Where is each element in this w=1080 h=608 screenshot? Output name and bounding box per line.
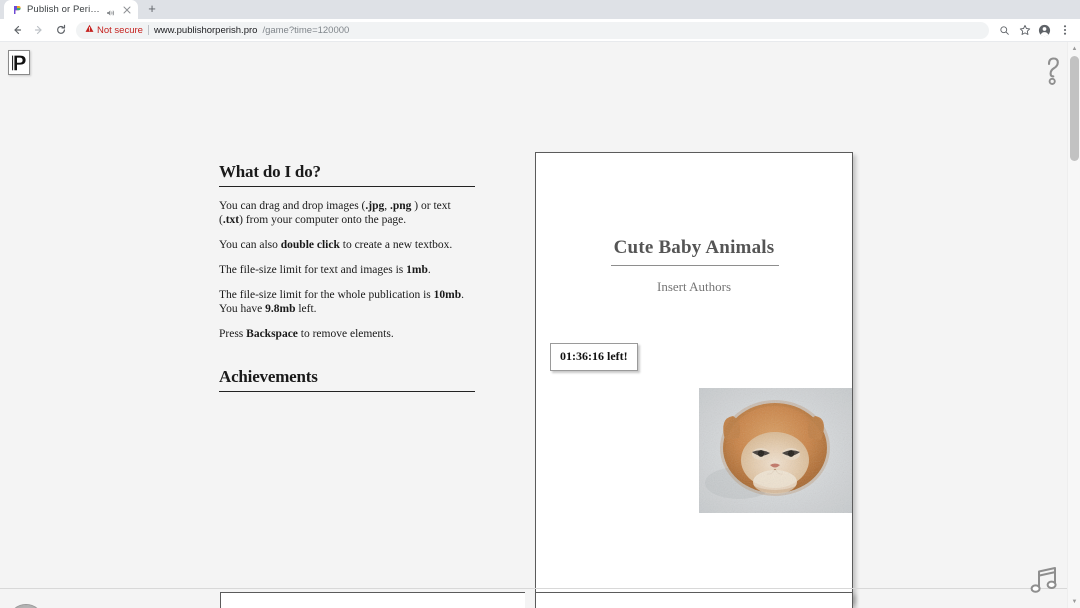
publish-or-perish-favicon xyxy=(12,5,22,15)
close-icon[interactable] xyxy=(121,4,132,15)
forward-button[interactable] xyxy=(28,19,50,41)
more-menu-icon[interactable] xyxy=(1055,21,1074,40)
toolbar-icon-group xyxy=(995,21,1074,40)
instruction-paragraph-5: Press Backspace to remove elements. xyxy=(219,327,475,341)
new-tab-button[interactable]: + xyxy=(142,0,162,19)
instruction-paragraph-2: You can also double click to create a ne… xyxy=(219,238,475,252)
zoom-magnifier-icon[interactable] xyxy=(995,21,1014,40)
browser-window: Publish or Perish! + xyxy=(0,0,1080,608)
mergenthaler-portrait[interactable] xyxy=(8,604,44,608)
tab-title: Publish or Perish! xyxy=(27,4,101,15)
security-label: Not secure xyxy=(97,25,143,36)
url-path: /game?time=120000 xyxy=(262,25,349,36)
back-button[interactable] xyxy=(6,19,28,41)
document-page-2[interactable] xyxy=(535,592,853,608)
instructions-panel: What do I do? You can drag and drop imag… xyxy=(219,162,475,404)
title-underline xyxy=(611,265,779,266)
address-bar[interactable]: Not secure www.publishorperish.pro /game… xyxy=(76,22,989,39)
instruction-paragraph-1: You can drag and drop images (.jpg, .png… xyxy=(219,199,475,227)
left-panel-page-edge xyxy=(220,592,525,608)
browser-toolbar: Not secure www.publishorperish.pro /game… xyxy=(0,19,1080,42)
page-separator xyxy=(0,588,1067,589)
instructions-heading: What do I do? xyxy=(219,162,475,187)
browser-tab[interactable]: Publish or Perish! xyxy=(4,0,138,19)
cat-photo[interactable] xyxy=(699,388,852,513)
security-status[interactable]: Not secure xyxy=(85,24,143,36)
speaker-playing-icon[interactable] xyxy=(106,5,116,15)
page-viewport: What do I do? You can drag and drop imag… xyxy=(0,42,1080,608)
instruction-paragraph-4: The file-size limit for the whole public… xyxy=(219,288,475,316)
achievements-heading: Achievements xyxy=(219,367,475,392)
url-domain: www.publishorperish.pro xyxy=(154,25,258,36)
instruction-paragraph-3: The file-size limit for text and images … xyxy=(219,263,475,277)
scroll-down-button[interactable]: ▼ xyxy=(1068,595,1080,608)
document-page-1[interactable]: Cute Baby Animals Insert Authors 01:36:1… xyxy=(535,152,853,602)
character-assistant[interactable]: Mergenthaler: MAKE SOME NOOISE!! xyxy=(8,604,44,608)
page-scrollbar[interactable]: ▲ ▼ xyxy=(1067,42,1080,608)
document-authors[interactable]: Insert Authors xyxy=(536,279,852,295)
warning-triangle-icon xyxy=(85,24,94,36)
bookmark-star-icon[interactable] xyxy=(1015,21,1034,40)
reload-button[interactable] xyxy=(50,19,72,41)
scrollbar-thumb[interactable] xyxy=(1070,56,1079,161)
document-title[interactable]: Cute Baby Animals xyxy=(536,237,852,259)
omnibox-divider xyxy=(148,25,149,35)
profile-avatar-icon[interactable] xyxy=(1035,21,1054,40)
publish-or-perish-logo[interactable] xyxy=(8,50,30,75)
scroll-up-button[interactable]: ▲ xyxy=(1068,42,1080,55)
music-note-icon[interactable] xyxy=(1027,562,1063,600)
countdown-timer[interactable]: 01:36:16 left! xyxy=(550,343,638,371)
tab-strip: Publish or Perish! + xyxy=(0,0,1080,19)
question-mark-help-icon[interactable] xyxy=(1042,52,1064,92)
